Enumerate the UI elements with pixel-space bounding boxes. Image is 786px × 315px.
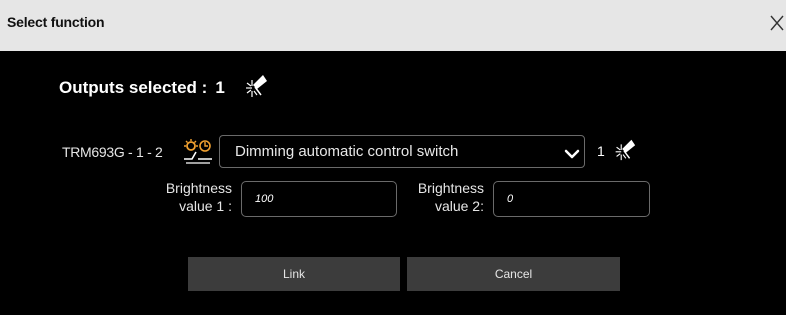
- brightness-1-label-line2: value 1 :: [179, 198, 232, 214]
- brightness-value-1-input[interactable]: [241, 181, 397, 217]
- brightness-value-2-input[interactable]: [493, 181, 650, 217]
- close-icon[interactable]: [768, 12, 786, 34]
- brightness-2-label-line1: Brightness: [417, 180, 484, 196]
- dialog-content: Outputs selected : 1 TRM693G - 1 - 2 Dimm…: [0, 51, 786, 315]
- link-button[interactable]: Link: [188, 257, 400, 291]
- chevron-down-icon: [564, 147, 580, 159]
- brightness-1-label-line1: Brightness: [165, 180, 232, 196]
- device-name: TRM693G - 1 - 2: [62, 144, 163, 160]
- function-select[interactable]: Dimming automatic control switch: [219, 135, 585, 168]
- dialog-title-bar: Select function: [0, 0, 786, 51]
- brightness-2-label-line2: value 2:: [434, 198, 484, 214]
- light-bulb-icon: [611, 136, 637, 162]
- select-function-dialog: Select function Outputs selected : 1 TRM6…: [0, 0, 786, 315]
- outputs-selected-count: 1: [215, 78, 225, 97]
- selected-output-count: 1: [597, 143, 605, 159]
- dialog-title: Select function: [7, 14, 105, 30]
- outputs-selected: Outputs selected : 1: [59, 78, 225, 98]
- cancel-button[interactable]: Cancel: [407, 257, 620, 291]
- sensor-switch-icon: [182, 137, 214, 167]
- light-bulb-icon: [241, 71, 269, 99]
- function-select-value: Dimming automatic control switch: [235, 143, 459, 160]
- brightness-value-2-label: Brightness value 2:: [392, 179, 484, 215]
- outputs-selected-label: Outputs selected :: [59, 78, 208, 97]
- brightness-value-1-label: Brightness value 1 :: [140, 179, 232, 215]
